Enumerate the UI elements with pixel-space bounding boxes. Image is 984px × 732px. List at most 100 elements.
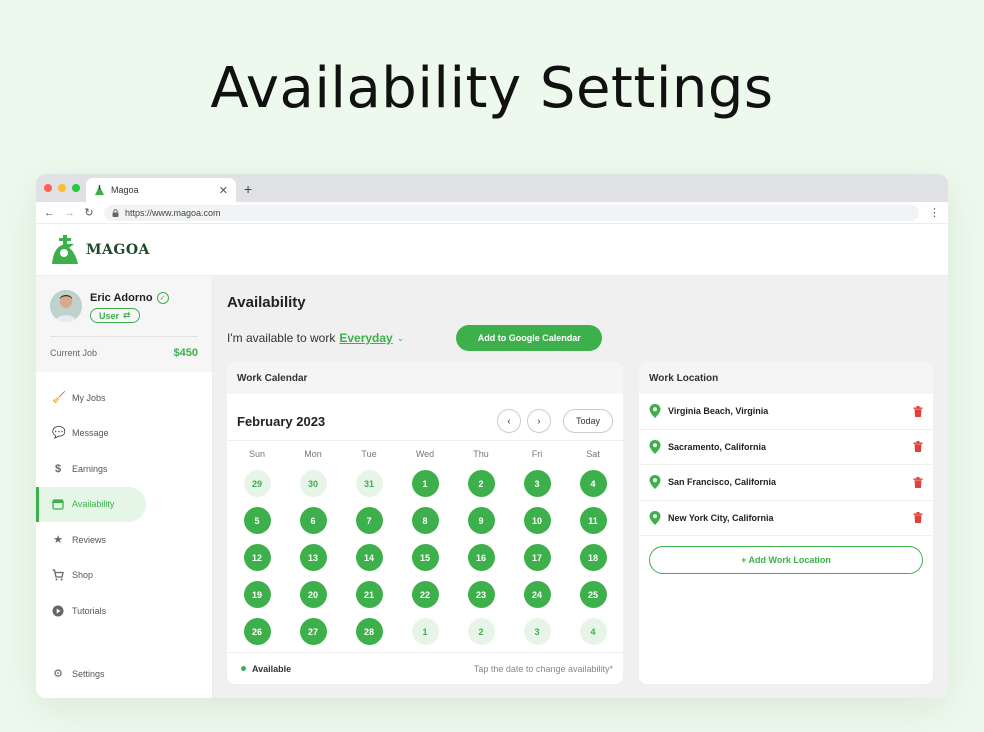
location-item: Virginia Beach, Virginia [639,394,933,430]
sidebar-item-settings[interactable]: ⚙ Settings [36,657,146,693]
calendar-day-available[interactable]: 8 [411,507,439,534]
calendar-day-available[interactable]: 14 [355,544,383,571]
add-work-location-button[interactable]: + Add Work Location [649,546,923,574]
calendar-day-available[interactable]: 23 [467,581,495,608]
sidebar-item-availability[interactable]: Availability [36,486,146,522]
calendar-day-unavailable[interactable]: 1 [411,618,439,645]
calendar-day-available[interactable]: 16 [467,544,495,571]
calendar-day-available[interactable]: 11 [579,507,607,534]
location-label: Sacramento, California [668,441,767,452]
calendar-day-available[interactable]: 3 [523,470,551,497]
calendar-day-unavailable[interactable]: 4 [579,618,607,645]
maximize-window-button[interactable] [72,184,80,192]
tab-title: Magoa [111,185,139,195]
calendar-day-available[interactable]: 2 [467,470,495,497]
availability-dropdown[interactable]: Everyday [339,331,392,345]
close-window-button[interactable] [44,184,52,192]
tab-bar: Magoa ✕ + [36,174,948,202]
map-pin-icon [649,439,661,454]
today-button[interactable]: Today [562,409,613,433]
sidebar-item-earnings[interactable]: $ Earnings [36,451,146,487]
calendar-day-available[interactable]: 15 [411,544,439,571]
previous-month-button[interactable]: ‹ [496,409,521,433]
logo[interactable]: MAGOA [50,234,150,266]
work-calendar-card: Work Calendar February 2023 ‹ › Today Su… [227,362,623,684]
url-field[interactable]: https://www.magoa.com [104,204,919,221]
calendar-day-unavailable[interactable]: 2 [467,618,495,645]
role-badge[interactable]: User ⇄ [90,308,140,323]
sidebar: Eric Adorno ✓ User ⇄ Current Job $450 🧹 … [36,276,213,698]
weekday-label: Mon [304,449,322,459]
tab-close-icon[interactable]: ✕ [219,184,228,197]
main-content: Availability I'm available to work Every… [213,276,948,698]
calendar-day-available[interactable]: 17 [523,544,551,571]
chat-icon: 💬 [52,427,66,440]
weekday-header: Sun Mon Tue Wed Thu Fri Sat [229,449,621,465]
calendar-day-available[interactable]: 22 [411,581,439,608]
calendar-grid: Sun Mon Tue Wed Thu Fri Sat 29 30 31 1 2 3 4 5 6 7 8 9 10 1… [227,440,623,650]
sidebar-item-message[interactable]: 💬 Message [36,416,146,452]
sidebar-item-label: Message [72,428,109,439]
calendar-day-available[interactable]: 26 [243,618,271,645]
browser-menu-icon[interactable]: ⋮ [929,206,940,219]
trash-icon[interactable] [913,512,923,524]
calendar-day-available[interactable]: 28 [355,618,383,645]
app-header: MAGOA [36,224,948,276]
calendar-day-available[interactable]: 9 [467,507,495,534]
sidebar-item-label: Availability [72,499,115,510]
calendar-day-available[interactable]: 19 [243,581,271,608]
add-to-google-calendar-button[interactable]: Add to Google Calendar [456,325,603,351]
back-icon[interactable]: ← [44,207,55,219]
calendar-day-available[interactable]: 7 [355,507,383,534]
calendar-day-available[interactable]: 21 [355,581,383,608]
trash-icon[interactable] [913,405,923,417]
calendar-day-available[interactable]: 12 [243,544,271,571]
profile-name: Eric Adorno [90,292,153,304]
calendar-icon [52,499,64,510]
weekday-label: Fri [531,449,543,459]
sidebar-item-shop[interactable]: Shop [36,558,146,594]
reload-icon[interactable]: ↻ [84,206,94,219]
trash-icon[interactable] [913,476,923,488]
sidebar-menu: 🧹 My Jobs 💬 Message $ Earnings Availabil… [36,372,212,629]
calendar-day-unavailable[interactable]: 29 [243,470,271,497]
calendar-day-available[interactable]: 18 [579,544,607,571]
minimize-window-button[interactable] [58,184,66,192]
calendar-day-available[interactable]: 20 [299,581,327,608]
calendar-day-available[interactable]: 25 [579,581,607,608]
new-tab-icon[interactable]: + [244,181,252,197]
forward-icon[interactable]: → [64,207,75,219]
calendar-day-available[interactable]: 4 [579,470,607,497]
location-list: Virginia Beach, Virginia Sacramento, Cali… [639,394,933,536]
calendar-day-available[interactable]: 10 [523,507,551,534]
calendar-week-row: 26 27 28 1 2 3 4 [229,613,621,650]
sidebar-item-my-jobs[interactable]: 🧹 My Jobs [36,380,146,416]
work-location-card: Work Location Virginia Beach, Virginia Sa… [639,362,933,684]
calendar-day-available[interactable]: 24 [523,581,551,608]
calendar-day-available[interactable]: 13 [299,544,327,571]
sidebar-item-label: My Jobs [72,392,106,403]
chevron-down-icon[interactable]: ⌄ [397,333,405,344]
sidebar-item-reviews[interactable]: ★ Reviews [36,522,146,558]
calendar-day-available[interactable]: 27 [299,618,327,645]
sidebar-item-label: Tutorials [72,605,107,616]
sidebar-item-label: Reviews [72,534,107,545]
gear-icon: ⚙ [53,668,63,681]
location-label: San Francisco, California [668,477,777,488]
next-month-button[interactable]: › [526,409,551,433]
calendar-day-available[interactable]: 1 [411,470,439,497]
calendar-day-available[interactable]: 6 [299,507,327,534]
sidebar-item-label: Settings [72,669,105,680]
trash-icon[interactable] [913,441,923,453]
location-item: Sacramento, California [639,430,933,465]
avatar[interactable] [50,290,82,322]
verified-icon: ✓ [156,292,169,304]
calendar-day-unavailable[interactable]: 3 [523,618,551,645]
weekday-label: Sat [586,449,600,459]
calendar-day-unavailable[interactable]: 30 [299,470,327,497]
map-pin-icon [649,404,661,419]
browser-tab[interactable]: Magoa ✕ [86,178,236,202]
sidebar-item-tutorials[interactable]: Tutorials [36,593,146,629]
calendar-day-available[interactable]: 5 [243,507,271,534]
calendar-day-unavailable[interactable]: 31 [355,470,383,497]
